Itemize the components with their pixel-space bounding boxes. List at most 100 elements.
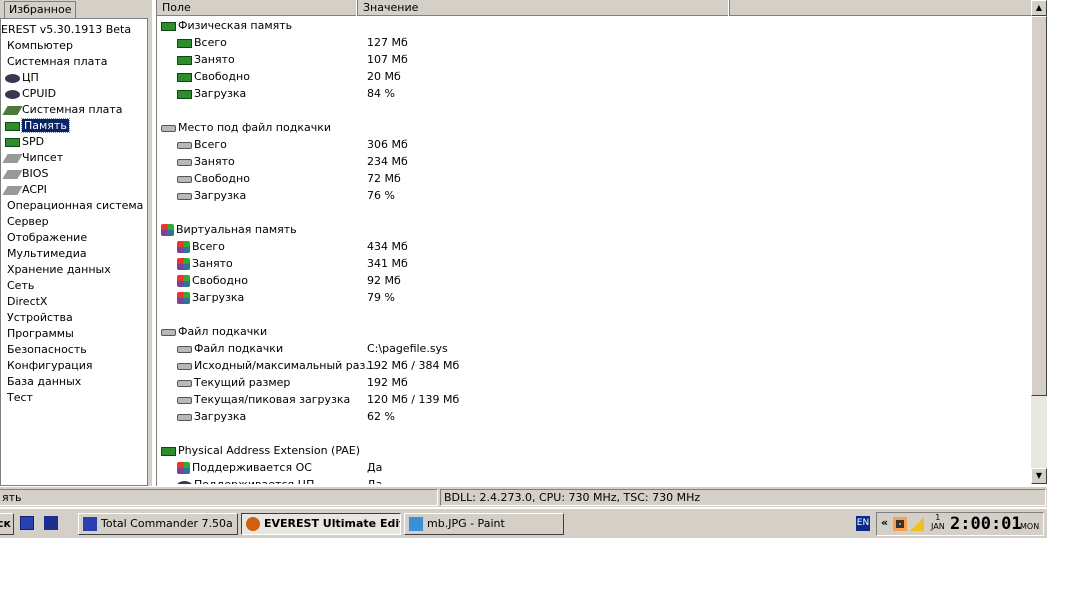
list-item[interactable]: Текущий размер 192 Мб — [161, 374, 1021, 391]
field-cell: Загрузка — [177, 408, 246, 425]
disk-icon — [177, 413, 192, 421]
group-header[interactable]: Физическая память — [161, 17, 1021, 34]
tree-item[interactable]: Конфигурация — [7, 358, 93, 374]
list-item[interactable]: Файл подкачки C:\pagefile.sys — [161, 340, 1021, 357]
list-item[interactable]: Загрузка 76 % — [161, 187, 1021, 204]
menu-tree[interactable]: EREST v5.30.1913 Beta Компьютер Системная … — [0, 18, 148, 486]
windows-icon — [177, 241, 190, 253]
tree-item[interactable]: Отображение — [7, 230, 87, 246]
taskbar-button-total-commander[interactable]: Total Commander 7.50a ... — [78, 513, 238, 535]
tree-item[interactable]: EREST v5.30.1913 Beta — [1, 22, 131, 38]
scroll-up-button[interactable]: ▲ — [1031, 0, 1047, 16]
column-value[interactable]: Значение — [358, 0, 730, 16]
list-item[interactable]: Загрузка 84 % — [161, 85, 1021, 102]
list-item[interactable]: Поддерживается ОС Да — [161, 459, 1021, 476]
taskbar-button-everest[interactable]: EVEREST Ultimate Edit... — [241, 513, 401, 535]
tree-item[interactable]: Программы — [7, 326, 74, 342]
list-item[interactable]: Занято 107 Мб — [161, 51, 1021, 68]
tree-item-label: EREST v5.30.1913 Beta — [1, 23, 132, 36]
signal-icon[interactable] — [910, 517, 924, 531]
disk-icon — [177, 158, 192, 166]
list-item[interactable]: Поддерживается ЦП Да — [161, 476, 1021, 484]
list-item[interactable]: Загрузка 62 % — [161, 408, 1021, 425]
chip-icon — [2, 153, 23, 163]
field-cell: Загрузка — [177, 187, 246, 204]
windows-icon — [161, 224, 174, 236]
tree-item[interactable]: BIOS — [2, 166, 48, 182]
value-cell: 192 Мб — [367, 376, 408, 389]
clock-time[interactable]: 2:00:01 — [950, 514, 1022, 534]
list-item[interactable]: Занято 234 Мб — [161, 153, 1021, 170]
tree-item[interactable]: Устройства — [7, 310, 73, 326]
tree-item[interactable]: Системная плата — [2, 102, 123, 118]
field-cell: Текущая/пиковая загрузка — [177, 391, 350, 408]
taskbar-button-paint[interactable]: mb.JPG - Paint — [404, 513, 564, 535]
tree-item[interactable]: Операционная система — [7, 198, 143, 214]
tree-item[interactable]: Память — [5, 118, 70, 134]
status-right: BDLL: 2.4.273.0, CPU: 730 MHz, TSC: 730 … — [440, 489, 1046, 506]
list-item[interactable]: Исходный/максимальный раз... 192 Мб / 384… — [161, 357, 1021, 374]
tree-item[interactable]: DirectX — [7, 294, 47, 310]
list-item[interactable]: Свободно 20 Мб — [161, 68, 1021, 85]
tree-item-label: Системная плата — [22, 103, 123, 116]
tree-item[interactable]: Сеть — [7, 278, 34, 294]
list-item[interactable]: Всего 434 Мб — [161, 238, 1021, 255]
tree-item-label: Программы — [7, 327, 74, 340]
tree-item[interactable]: Сервер — [7, 214, 49, 230]
list-item[interactable]: Занято 341 Мб — [161, 255, 1021, 272]
column-field[interactable]: Поле — [157, 0, 358, 16]
tree-item-label: Устройства — [7, 311, 73, 324]
group-header[interactable]: Файл подкачки — [161, 323, 1021, 340]
group-header[interactable]: Physical Address Extension (PAE) — [161, 442, 1021, 459]
tree-item[interactable]: Безопасность — [7, 342, 87, 358]
list-item[interactable]: Всего 306 Мб — [161, 136, 1021, 153]
list-item[interactable]: Всего 127 Мб — [161, 34, 1021, 51]
group-header[interactable]: Виртуальная память — [161, 221, 1021, 238]
tab-favorites[interactable]: Избранное — [4, 1, 77, 18]
show-hidden-icons-button[interactable]: « — [881, 516, 888, 529]
tree-item[interactable]: ACPI — [2, 182, 47, 198]
tray-app-icon[interactable] — [893, 517, 907, 531]
list-item[interactable]: Текущая/пиковая загрузка 120 Мб / 139 Мб — [161, 391, 1021, 408]
list-item[interactable]: Загрузка 79 % — [161, 289, 1021, 306]
taskbar: ск Total Commander 7.50a ... EVEREST Ult… — [0, 508, 1047, 538]
group-header[interactable]: Место под файл подкачки — [161, 119, 1021, 136]
memory-icon — [177, 55, 192, 65]
field-cell: Занято — [177, 51, 235, 68]
scroll-down-button[interactable]: ▼ — [1031, 468, 1047, 484]
language-indicator[interactable]: EN — [856, 516, 870, 531]
tree-item[interactable]: Чипсет — [2, 150, 64, 166]
field-text: Загрузка — [192, 291, 245, 304]
value-cell: 107 Мб — [367, 53, 408, 66]
tree-item[interactable]: База данных — [7, 374, 81, 390]
tree-item[interactable]: SPD — [5, 134, 44, 150]
quicklaunch-app-icon[interactable] — [44, 516, 58, 530]
value-cell: 72 Мб — [367, 172, 401, 185]
disk-icon — [177, 396, 192, 404]
tree-item[interactable]: ЦП — [5, 70, 39, 86]
vertical-scrollbar[interactable]: ▲ ▼ — [1031, 0, 1047, 484]
field-cell: Файл подкачки — [177, 340, 283, 357]
save-icon[interactable] — [20, 516, 34, 530]
disk-icon — [161, 124, 176, 132]
field-text: Physical Address Extension (PAE) — [178, 444, 361, 457]
tree-item-label: Мультимедиа — [7, 247, 87, 260]
list-item[interactable]: Свободно 72 Мб — [161, 170, 1021, 187]
value-cell: 79 % — [367, 291, 395, 304]
clock-date: 1 JAN — [931, 513, 945, 531]
scroll-thumb[interactable] — [1031, 16, 1047, 396]
tree-item-label: Чипсет — [22, 151, 64, 164]
tree-item[interactable]: Системная плата — [7, 54, 108, 70]
list-item[interactable]: Свободно 92 Мб — [161, 272, 1021, 289]
field-cell: Загрузка — [177, 85, 246, 102]
value-cell: 127 Мб — [367, 36, 408, 49]
tree-item[interactable]: Тест — [7, 390, 33, 406]
disk-icon — [177, 362, 192, 370]
tree-item[interactable]: Компьютер — [7, 38, 73, 54]
tree-item-label: База данных — [7, 375, 82, 388]
start-button[interactable]: ск — [0, 513, 14, 535]
floppy-icon — [83, 517, 97, 531]
tree-item[interactable]: Мультимедиа — [7, 246, 87, 262]
tree-item[interactable]: CPUID — [5, 86, 56, 102]
tree-item[interactable]: Хранение данных — [7, 262, 111, 278]
